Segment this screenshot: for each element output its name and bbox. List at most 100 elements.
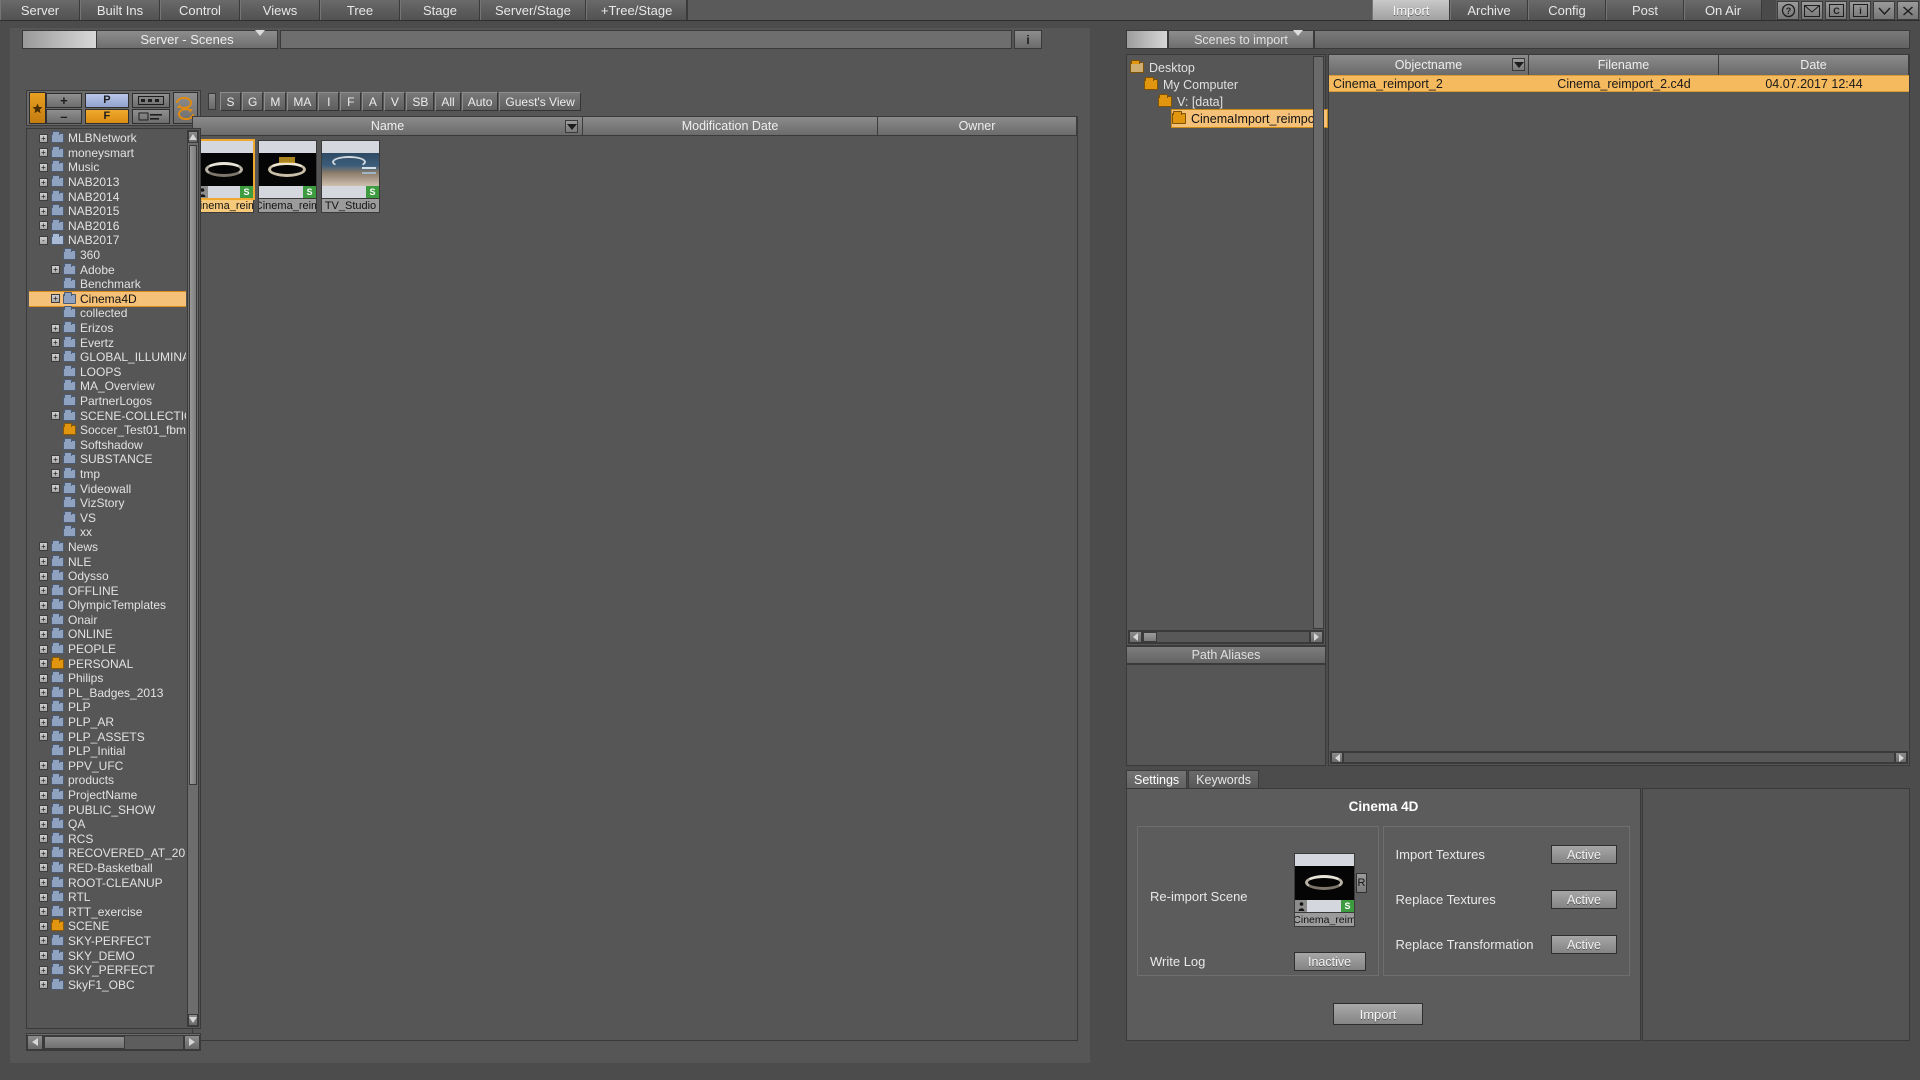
tree-item-mlbnetwork[interactable]: + MLBNetwork bbox=[29, 131, 186, 146]
expand-icon[interactable]: + bbox=[39, 936, 48, 946]
tree-item-onair[interactable]: + Onair bbox=[29, 612, 186, 628]
expand-icon[interactable]: + bbox=[51, 454, 60, 464]
scroll-track[interactable] bbox=[43, 1034, 184, 1050]
expand-icon[interactable]: + bbox=[39, 702, 48, 712]
scroll-up-arrow[interactable] bbox=[188, 131, 198, 143]
tree-item-sky-perfect[interactable]: + SKY_PERFECT bbox=[29, 963, 186, 978]
expand-icon[interactable]: + bbox=[39, 148, 48, 158]
expand-icon[interactable]: + bbox=[39, 600, 48, 610]
write-log-toggle[interactable]: Inactive bbox=[1293, 952, 1366, 971]
expand-icon[interactable]: + bbox=[39, 921, 48, 931]
tree-item-vs[interactable]: VS bbox=[29, 510, 186, 525]
tree-item-collected[interactable]: collected bbox=[29, 306, 186, 321]
menu-item-import[interactable]: Import bbox=[1372, 0, 1450, 20]
expand-icon[interactable]: + bbox=[39, 133, 48, 143]
expand-icon[interactable]: + bbox=[39, 980, 48, 990]
column-header-filename[interactable]: Filename bbox=[1529, 55, 1719, 75]
expand-icon[interactable]: + bbox=[51, 352, 60, 362]
filter-g[interactable]: G bbox=[242, 92, 264, 111]
import-file-list[interactable]: Objectname Filename Date Cinema_reimport… bbox=[1328, 54, 1910, 766]
expand-icon[interactable]: + bbox=[39, 659, 48, 669]
expand-icon[interactable]: + bbox=[39, 951, 48, 961]
f-mode-button[interactable]: F bbox=[84, 108, 129, 124]
import-button[interactable]: Import bbox=[1333, 1003, 1423, 1025]
filter-ma[interactable]: MA bbox=[287, 92, 318, 111]
tree-item-rtt-exercise[interactable]: + RTT_exercise bbox=[29, 904, 186, 919]
tree-item-vizstory[interactable]: VizStory bbox=[29, 496, 186, 511]
column-header-name[interactable]: Name bbox=[193, 117, 583, 135]
tree-item-people[interactable]: + PEOPLE bbox=[29, 642, 186, 657]
expand-icon[interactable]: + bbox=[39, 221, 48, 231]
scroll-thumb[interactable] bbox=[189, 145, 197, 785]
tree-item-projectname[interactable]: + ProjectName bbox=[29, 788, 186, 803]
expand-icon[interactable]: + bbox=[39, 717, 48, 727]
table-row[interactable]: Cinema_reimport_2 Cinema_reimport_2.c4d … bbox=[1329, 75, 1909, 92]
dir-item-v-data-[interactable]: V: [data] bbox=[1158, 93, 1228, 110]
info-icon[interactable]: i bbox=[1849, 1, 1871, 20]
expand-icon[interactable]: + bbox=[39, 571, 48, 581]
left-panel-title-dropdown[interactable]: Server - Scenes bbox=[96, 30, 278, 51]
menu-item-post[interactable]: Post bbox=[1606, 0, 1684, 20]
path-aliases-list[interactable] bbox=[1126, 664, 1326, 766]
tree-item-substance[interactable]: + SUBSTANCE bbox=[29, 452, 186, 467]
expand-icon[interactable]: + bbox=[39, 192, 48, 202]
tree-item-nab2014[interactable]: + NAB2014 bbox=[29, 189, 186, 204]
list-item[interactable]: S Cinema_reim bbox=[258, 140, 317, 213]
tree-item-xx[interactable]: xx bbox=[29, 525, 186, 540]
tree-item-recovered-at-2012[interactable]: + RECOVERED_AT_2012 bbox=[29, 846, 186, 861]
expand-icon[interactable]: + bbox=[51, 469, 60, 479]
tree-item-plp[interactable]: + PLP bbox=[29, 700, 186, 715]
dir-item-my-computer[interactable]: My Computer bbox=[1144, 76, 1243, 93]
scroll-left-arrow[interactable] bbox=[1331, 752, 1343, 763]
menu-item-built-ins[interactable]: Built Ins bbox=[80, 0, 160, 20]
filter-a[interactable]: A bbox=[362, 92, 384, 111]
tree-item-news[interactable]: + News bbox=[29, 539, 186, 555]
tree-item-products[interactable]: + products bbox=[29, 773, 186, 788]
tree-item-red-basketball[interactable]: + RED-Basketball bbox=[29, 860, 186, 876]
tree-item-plp-initial[interactable]: PLP_Initial bbox=[29, 744, 186, 759]
add-button[interactable]: + bbox=[45, 92, 82, 108]
reimport-thumbnail-box[interactable]: S bbox=[1294, 853, 1355, 913]
menu-item-stage[interactable]: Stage bbox=[400, 0, 480, 20]
tree-item-soccer-test01-fbm[interactable]: Soccer_Test01_fbm bbox=[29, 423, 186, 438]
thumbnail-image-box[interactable]: S bbox=[321, 140, 380, 199]
import-directory-tree[interactable]: Desktop My Computer V: [data] CinemaImport_… bbox=[1126, 54, 1329, 646]
expand-icon[interactable]: + bbox=[39, 819, 48, 829]
tree-item-nle[interactable]: + NLE bbox=[29, 554, 186, 569]
column-header-owner[interactable]: Owner bbox=[878, 117, 1077, 135]
filter-i[interactable]: I bbox=[318, 92, 340, 111]
expand-icon[interactable]: + bbox=[39, 557, 48, 567]
tree-item-360[interactable]: 360 bbox=[29, 248, 186, 263]
expand-icon[interactable]: + bbox=[39, 863, 48, 873]
tree-item-nab2017[interactable]: - NAB2017 bbox=[29, 233, 186, 248]
menu-item-server-stage[interactable]: Server/Stage bbox=[480, 0, 586, 20]
menu-item-config[interactable]: Config bbox=[1528, 0, 1606, 20]
tab-settings[interactable]: Settings bbox=[1126, 770, 1188, 788]
tree-item-skyf1-obc[interactable]: + SkyF1_OBC bbox=[29, 977, 186, 992]
filter-sb[interactable]: SB bbox=[406, 92, 435, 111]
expand-icon[interactable]: + bbox=[39, 542, 48, 552]
tree-item-global-illuminati[interactable]: + GLOBAL_ILLUMINATI bbox=[29, 350, 186, 365]
expand-icon[interactable]: + bbox=[39, 907, 48, 917]
sort-caret-icon[interactable] bbox=[1512, 58, 1525, 71]
menu-item-control[interactable]: Control bbox=[160, 0, 240, 20]
mail-icon[interactable] bbox=[1801, 1, 1823, 20]
tree-item-nab2016[interactable]: + NAB2016 bbox=[29, 218, 186, 234]
expand-icon[interactable]: + bbox=[39, 775, 48, 785]
tree-item-personal[interactable]: + PERSONAL bbox=[29, 656, 186, 671]
filter-m[interactable]: M bbox=[264, 92, 287, 111]
scroll-track[interactable] bbox=[1343, 752, 1895, 763]
remove-button[interactable]: – bbox=[45, 108, 82, 124]
scroll-left-arrow[interactable] bbox=[1129, 631, 1142, 643]
expand-icon[interactable]: + bbox=[39, 586, 48, 596]
tree-item-rcs[interactable]: + RCS bbox=[29, 831, 186, 847]
tree-item-loops[interactable]: LOOPS bbox=[29, 364, 186, 380]
expand-icon[interactable]: + bbox=[39, 848, 48, 858]
close-icon[interactable] bbox=[1897, 1, 1919, 20]
scene-thumbnail-area[interactable]: S Cinema_reim S Cinema_reim S TV_Studio bbox=[192, 136, 1078, 1041]
tree-item-qa[interactable]: + QA bbox=[29, 817, 186, 832]
tree-item-olympictemplates[interactable]: + OlympicTemplates bbox=[29, 598, 186, 613]
tab-keywords[interactable]: Keywords bbox=[1188, 770, 1260, 788]
filter-s[interactable]: S bbox=[220, 92, 241, 111]
console-icon[interactable]: C bbox=[1825, 1, 1847, 20]
